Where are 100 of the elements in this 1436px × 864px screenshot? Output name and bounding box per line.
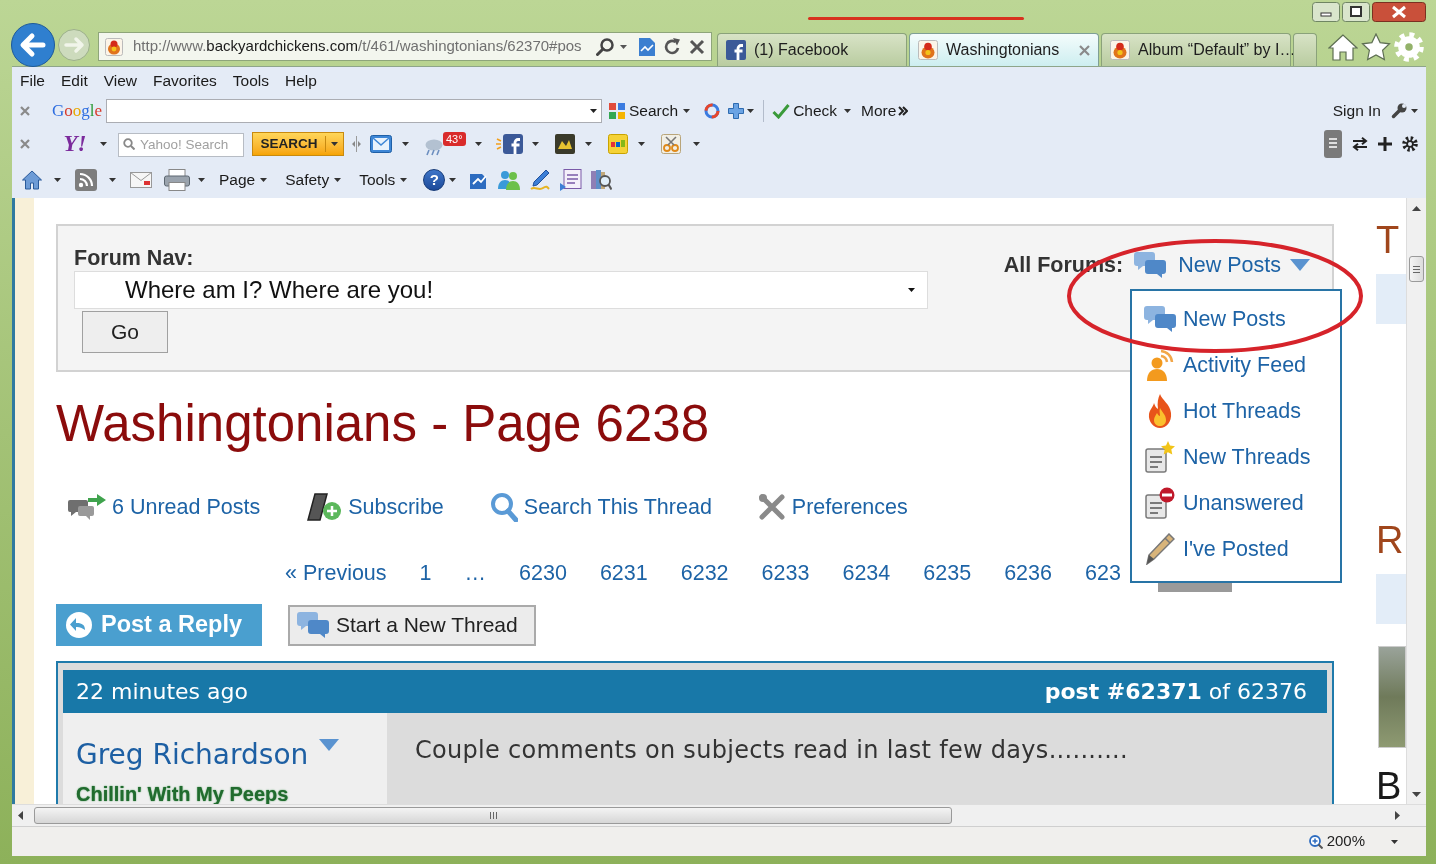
menu-item[interactable]: Favorites (153, 69, 217, 93)
page-link[interactable]: … (464, 556, 487, 590)
zoom-in-icon[interactable] (1308, 834, 1323, 849)
menu-item[interactable]: Activity Feed (1144, 342, 1340, 388)
menu-item[interactable]: New Posts (1144, 296, 1340, 342)
page-link[interactable]: 6230 (519, 556, 567, 590)
menu-item[interactable]: File (20, 69, 45, 93)
browser-tab[interactable]: Album “Default” by I… (1101, 33, 1291, 66)
settings-icon[interactable] (1402, 136, 1418, 152)
arrow-left-icon[interactable] (18, 811, 23, 820)
flame-icon[interactable] (1147, 394, 1173, 428)
page-link[interactable]: 6233 (761, 556, 810, 590)
squares-icon[interactable] (609, 103, 625, 119)
address-bar[interactable]: http://www.backyardchickens.com/t/461/washingtonians/62370#pos (98, 32, 712, 61)
caret-icon[interactable] (198, 178, 205, 182)
menu-button[interactable]: Safety (285, 168, 342, 192)
thread-action-link[interactable]: 6 Unread Posts (68, 490, 261, 524)
document-minus-icon[interactable] (1145, 487, 1175, 519)
go-button[interactable]: Go (82, 311, 168, 353)
menu-item[interactable]: I've Posted (1144, 526, 1340, 572)
wrench-icon[interactable] (1391, 103, 1407, 119)
pen-icon[interactable] (530, 169, 551, 191)
caret-icon[interactable] (475, 142, 482, 146)
scrollbar-thumb[interactable] (34, 807, 952, 824)
caret-icon[interactable] (844, 109, 852, 113)
caret-icon[interactable] (331, 142, 338, 146)
caret-icon[interactable] (683, 109, 691, 113)
list-icon[interactable] (1324, 130, 1342, 158)
device-plus-icon[interactable] (306, 492, 343, 522)
browser-tab[interactable]: (1) Facebook (717, 33, 907, 66)
caret-icon[interactable] (1391, 839, 1398, 844)
page-icon[interactable] (639, 37, 655, 56)
menu-item[interactable]: New Threads (1144, 434, 1340, 480)
chat-bubbles-icon[interactable] (297, 612, 329, 638)
swap-icon[interactable] (1352, 137, 1368, 151)
caret-icon[interactable] (620, 44, 627, 49)
caret-icon[interactable] (100, 142, 107, 146)
page-link[interactable]: 623 (1084, 556, 1121, 590)
arrow-down-icon[interactable] (1412, 791, 1421, 797)
caret-icon[interactable] (334, 178, 342, 182)
scrollbar-thumb[interactable] (1409, 256, 1424, 282)
mail-icon[interactable] (370, 135, 392, 153)
author-name[interactable]: Greg Richardson (76, 739, 309, 771)
caret-icon[interactable] (449, 178, 457, 182)
menu-button[interactable]: Page (219, 168, 268, 192)
page-link[interactable]: 6235 (923, 556, 972, 590)
menu-button[interactable]: Tools (359, 168, 408, 192)
caret-icon[interactable] (260, 178, 268, 182)
note-icon[interactable] (560, 169, 583, 191)
document-star-icon[interactable] (1145, 441, 1175, 473)
caret-icon[interactable] (402, 142, 409, 146)
envelope-icon[interactable] (130, 172, 152, 188)
page-link[interactable]: 1 (419, 556, 432, 590)
star-icon[interactable] (1361, 32, 1391, 61)
ring-icon[interactable] (704, 103, 721, 119)
help-button[interactable]: ? (423, 169, 446, 191)
maximize-icon[interactable] (1342, 2, 1370, 22)
search-button[interactable]: Search (607, 99, 681, 123)
search-field[interactable] (106, 99, 602, 123)
close-icon[interactable] (1372, 2, 1426, 22)
caret-icon[interactable] (400, 178, 408, 182)
check-button[interactable]: Check (772, 99, 852, 123)
rss-icon[interactable] (75, 169, 97, 191)
new-posts-dropdown[interactable]: New Posts (1134, 248, 1310, 282)
page-link[interactable]: 6232 (680, 556, 729, 590)
bubble-arrow-icon[interactable] (68, 494, 106, 520)
caret-icon[interactable] (1411, 109, 1418, 113)
zoom-button[interactable]: 200% (1308, 830, 1398, 853)
tick-icon[interactable] (772, 103, 791, 119)
arrow-up-icon[interactable] (1412, 205, 1421, 211)
post-number[interactable]: post #62371 of 62376 (1044, 675, 1307, 708)
refresh-icon[interactable] (663, 37, 681, 56)
menu-item[interactable]: Edit (61, 69, 88, 93)
menu-item[interactable]: Unanswered (1144, 480, 1340, 526)
scissors-icon[interactable] (661, 134, 681, 154)
thread-action-link[interactable]: Subscribe (306, 490, 444, 524)
crossed-tools-icon[interactable] (757, 493, 786, 521)
home-icon[interactable] (22, 170, 42, 190)
caret-icon[interactable] (109, 178, 116, 182)
chat-bubbles-icon[interactable] (1134, 252, 1167, 278)
forum-select[interactable]: Where am I? Where are you! (74, 271, 928, 309)
plus-icon[interactable] (1378, 137, 1392, 151)
thread-action-link[interactable]: Search This Thread (489, 490, 712, 524)
page-link[interactable]: « Previous (285, 556, 387, 590)
caret-icon[interactable] (585, 142, 592, 146)
menu-item[interactable]: View (103, 69, 138, 93)
page-link[interactable]: 6236 (1004, 556, 1052, 590)
grip-icon[interactable] (352, 136, 361, 152)
pencil-icon[interactable] (1145, 533, 1175, 565)
caret-icon[interactable] (638, 142, 645, 146)
thread-action-link[interactable]: Preferences (757, 490, 908, 524)
book-search-icon[interactable] (590, 169, 613, 191)
page-link[interactable]: 6231 (599, 556, 648, 590)
search-button[interactable]: SEARCH (252, 132, 344, 156)
more-button[interactable]: More (861, 99, 909, 123)
menu-item[interactable]: Help (284, 69, 317, 93)
caret-icon[interactable] (532, 142, 539, 146)
caret-icon[interactable] (590, 109, 597, 113)
arrow-right-icon[interactable] (1395, 811, 1400, 820)
new-thread-button[interactable]: Start a New Thread (288, 604, 536, 646)
